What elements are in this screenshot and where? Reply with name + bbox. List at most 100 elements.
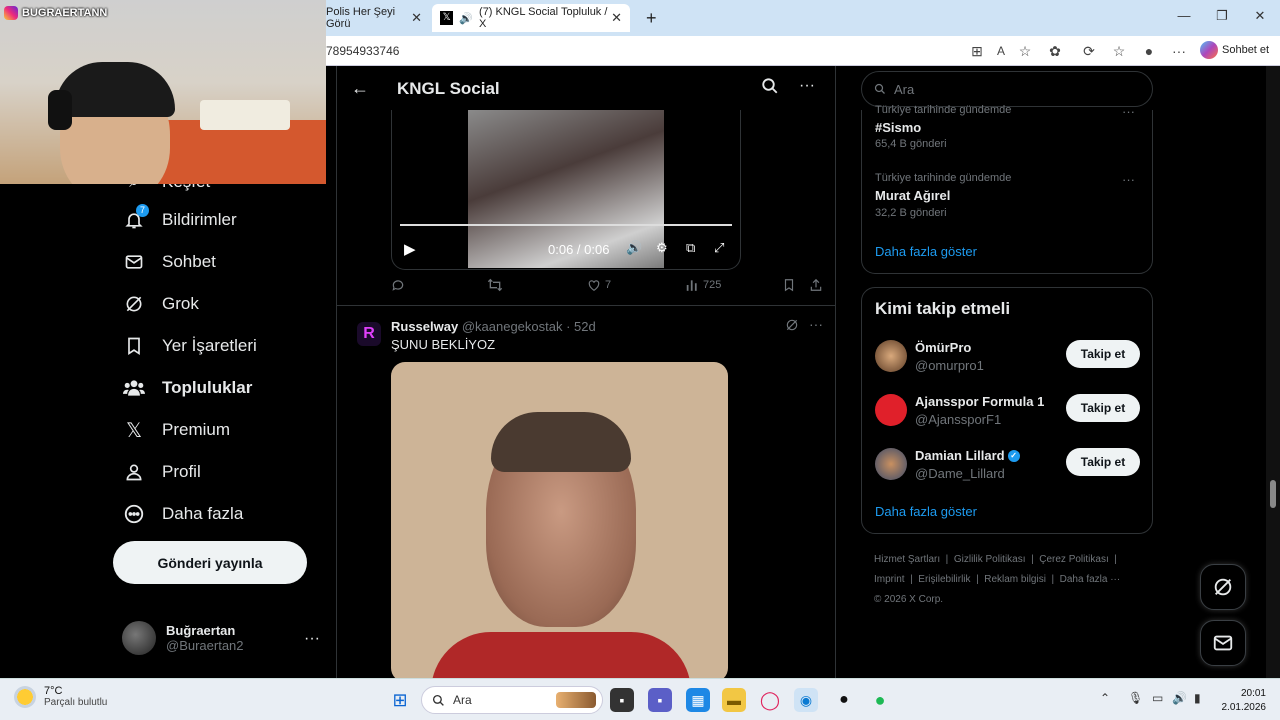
settings-gear-icon[interactable]: ⚙: [656, 240, 668, 256]
store-icon[interactable]: ▦: [686, 688, 710, 712]
menu-dots-icon[interactable]: ···: [1170, 42, 1188, 60]
close-window-icon[interactable]: ✕: [1250, 8, 1270, 24]
search-icon[interactable]: [761, 77, 779, 100]
tab-police[interactable]: Polis Her Şeyi Görü ✕: [318, 4, 430, 32]
new-tab-button[interactable]: +: [638, 4, 665, 32]
system-clock[interactable]: 20:01 2.01.2026: [1218, 687, 1267, 715]
nav-notifications[interactable]: Bildirimler: [122, 208, 237, 232]
nav-premium[interactable]: 𝕏 Premium: [122, 418, 230, 442]
view-count: 725: [703, 279, 722, 291]
battery-icon[interactable]: ▮: [1194, 691, 1201, 705]
video-progress-bar[interactable]: [400, 224, 732, 226]
play-icon[interactable]: ▶: [404, 240, 416, 258]
url-text[interactable]: 78954933746: [326, 44, 399, 58]
follow-button[interactable]: Takip et: [1066, 448, 1140, 476]
nav-more[interactable]: Daha fazla: [122, 502, 243, 526]
follow-suggestion[interactable]: Damian Lillard ✓ @Dame_Lillard Takip et: [875, 446, 1141, 482]
more-options-icon[interactable]: ···: [799, 77, 815, 95]
maximize-icon[interactable]: ❐: [1212, 8, 1232, 24]
account-switcher[interactable]: Buğraertan @Buraertan2: [122, 621, 244, 655]
profile-icon[interactable]: ●: [1140, 42, 1158, 60]
microphone-icon[interactable]: 🎙: [1128, 691, 1143, 705]
file-explorer-icon[interactable]: ▬: [722, 688, 746, 712]
extensions-icon[interactable]: ✿: [1046, 42, 1064, 60]
nav-chat[interactable]: Sohbet: [122, 250, 216, 274]
steam-icon[interactable]: ●: [832, 688, 856, 712]
spotify-icon[interactable]: ●: [868, 688, 892, 712]
follow-suggestion[interactable]: ÖmürPro @omurpro1 Takip et: [875, 338, 1141, 374]
tweet-time[interactable]: · 52d: [566, 319, 596, 334]
search-placeholder: Ara: [894, 81, 915, 97]
teams-icon[interactable]: ▪: [648, 688, 672, 712]
trend-more-icon[interactable]: ···: [1122, 104, 1135, 119]
refresh-icon[interactable]: ⟳: [1080, 42, 1098, 60]
follow-button[interactable]: Takip et: [1066, 394, 1140, 422]
nav-grok[interactable]: Grok: [122, 292, 199, 316]
apps-icon[interactable]: ⊞: [968, 42, 986, 60]
reply-icon[interactable]: [391, 278, 405, 292]
collections-icon[interactable]: ☆: [1110, 42, 1128, 60]
author-handle[interactable]: @kaanegekostak: [462, 319, 563, 334]
tweet-text: ŞUNU BEKLİYOZ: [391, 337, 496, 352]
search-input[interactable]: Ara: [861, 71, 1153, 107]
views-button[interactable]: 725: [685, 278, 721, 292]
avatar[interactable]: R: [357, 322, 381, 346]
trend-name[interactable]: Murat Ağırel: [875, 188, 950, 203]
post-button[interactable]: Gönderi yayınla: [113, 541, 307, 584]
task-view-icon[interactable]: ▪: [610, 688, 634, 712]
minimize-icon[interactable]: —: [1174, 8, 1194, 23]
tweet-more-icon[interactable]: ···: [809, 316, 823, 332]
weather-widget[interactable]: 7°C Parçalı bulutlu: [14, 685, 107, 708]
video-player[interactable]: ▶ 0:06 / 0:06 🔊 ⚙ ⧉ ⤢: [391, 110, 741, 270]
like-button[interactable]: 7: [587, 278, 611, 292]
trend-more-icon[interactable]: ···: [1122, 172, 1135, 187]
close-tab-icon[interactable]: ✕: [411, 10, 422, 26]
bell-icon: [122, 208, 146, 232]
footer-link[interactable]: Imprint: [874, 574, 905, 585]
tray-chevron-icon[interactable]: ⌃: [1100, 691, 1110, 705]
share-icon[interactable]: [809, 278, 823, 292]
footer-link[interactable]: Hizmet Şartları: [874, 554, 940, 565]
opera-icon[interactable]: ◯: [758, 688, 782, 712]
windows-start-icon[interactable]: ⊞: [388, 688, 412, 712]
favorite-star-icon[interactable]: ☆: [1016, 42, 1034, 60]
read-aloud-icon[interactable]: A: [992, 42, 1010, 60]
follow-suggestion[interactable]: Ajansspor Formula 1 @AjanssporF1 Takip e…: [875, 392, 1141, 428]
volume-icon[interactable]: 🔊: [1172, 691, 1187, 705]
footer-link[interactable]: Çerez Politikası: [1039, 554, 1108, 565]
webcam-pillow: [200, 100, 290, 130]
trend-name[interactable]: #Sismo: [875, 120, 921, 135]
footer-link[interactable]: Reklam bilgisi: [984, 574, 1046, 585]
footer-link[interactable]: Gizlilik Politikası: [954, 554, 1026, 565]
trends-show-more-link[interactable]: Daha fazla göster: [875, 244, 977, 259]
grok-icon[interactable]: [785, 318, 799, 337]
tab-kngl-social[interactable]: 𝕏 🔊 (7) KNGL Social Topluluk / X ✕: [432, 4, 630, 32]
follow-show-more-link[interactable]: Daha fazla göster: [875, 504, 977, 519]
nav-communities[interactable]: Topluluklar: [122, 376, 252, 400]
tweet-media-image[interactable]: [391, 362, 728, 678]
page-scrollbar[interactable]: [1266, 66, 1280, 678]
close-tab-icon[interactable]: ✕: [611, 10, 622, 26]
chat-label: Sohbet et: [1222, 44, 1270, 56]
scrollbar-thumb[interactable]: [1270, 480, 1276, 508]
verified-badge-icon: ✓: [1007, 449, 1020, 462]
taskbar-search[interactable]: Ara: [421, 686, 603, 714]
back-arrow-icon[interactable]: ←: [351, 78, 369, 99]
copilot-chat-button[interactable]: Sohbet et: [1200, 41, 1269, 59]
follow-button[interactable]: Takip et: [1066, 340, 1140, 368]
nav-profile[interactable]: Profil: [122, 460, 201, 484]
edge-icon[interactable]: ◉: [794, 688, 818, 712]
picture-in-picture-icon[interactable]: ⧉: [686, 240, 695, 256]
network-icon[interactable]: ▭: [1152, 691, 1163, 705]
messages-fab-button[interactable]: [1200, 620, 1246, 666]
grok-fab-button[interactable]: [1200, 564, 1246, 610]
volume-icon[interactable]: 🔊: [626, 240, 642, 256]
footer-link[interactable]: Daha fazla ···: [1060, 574, 1121, 585]
account-menu-icon[interactable]: ···: [304, 630, 320, 648]
fullscreen-icon[interactable]: ⤢: [714, 240, 724, 256]
nav-bookmarks[interactable]: Yer İşaretleri: [122, 334, 257, 358]
bookmark-icon[interactable]: [783, 278, 795, 292]
author-name[interactable]: Russelway: [391, 319, 458, 334]
footer-link[interactable]: Erişilebilirlik: [918, 574, 970, 585]
retweet-icon[interactable]: [487, 278, 503, 292]
